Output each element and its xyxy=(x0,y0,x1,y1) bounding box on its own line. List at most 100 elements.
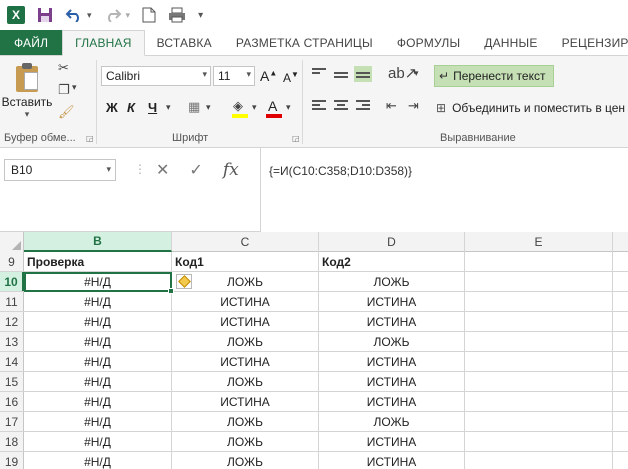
grow-font-button[interactable]: A▲ xyxy=(260,68,277,84)
cell-d[interactable]: ИСТИНА xyxy=(319,392,465,411)
borders-dropdown-icon[interactable]: ▾ xyxy=(206,102,211,113)
cell-c[interactable]: ЛОЖЬ xyxy=(172,452,319,469)
cell-b[interactable]: #Н/Д xyxy=(24,392,172,411)
cell-b[interactable]: #Н/Д xyxy=(24,352,172,371)
cell-e[interactable] xyxy=(465,412,613,431)
cell-b[interactable]: #Н/Д xyxy=(24,452,172,469)
column-header-c[interactable]: C xyxy=(172,232,319,252)
orientation-dropdown-icon[interactable]: ▾ xyxy=(414,68,419,79)
name-box[interactable]: B10 ▾ xyxy=(4,159,116,181)
align-right-icon[interactable] xyxy=(356,100,370,112)
cancel-icon[interactable]: ✕ xyxy=(156,160,169,180)
cell-d[interactable]: ИСТИНА xyxy=(319,372,465,391)
cell-b[interactable]: #Н/Д xyxy=(24,312,172,331)
cell-c[interactable]: ЛОЖЬ xyxy=(172,332,319,351)
cell-c[interactable]: ИСТИНА xyxy=(172,292,319,311)
cell-e[interactable] xyxy=(465,352,613,371)
decrease-indent-icon[interactable]: ⇤ xyxy=(386,98,397,114)
tab-review[interactable]: РЕЦЕНЗИРО xyxy=(550,30,628,55)
customize-toolbar-icon[interactable]: ▾ xyxy=(198,10,203,21)
cell-e[interactable] xyxy=(465,292,613,311)
fill-color-icon[interactable]: ◈ xyxy=(233,98,243,114)
cell-c[interactable]: ИСТИНА xyxy=(172,392,319,411)
new-document-icon[interactable] xyxy=(142,7,156,23)
cell-e[interactable] xyxy=(465,452,613,469)
cell-e[interactable] xyxy=(465,252,613,271)
font-color-button[interactable]: A xyxy=(268,98,277,114)
cell-c[interactable]: ЛОЖЬ xyxy=(172,372,319,391)
row-header[interactable]: 19 xyxy=(0,452,24,469)
italic-button[interactable]: К xyxy=(127,100,135,115)
text-orientation-icon[interactable]: ab↗ xyxy=(388,64,417,82)
copy-icon[interactable]: ❐ xyxy=(58,82,70,98)
align-left-icon[interactable] xyxy=(312,100,326,112)
cell-d[interactable]: ИСТИНА xyxy=(319,292,465,311)
row-header[interactable]: 17 xyxy=(0,412,24,431)
cell-d[interactable]: ИСТИНА xyxy=(319,432,465,451)
cell-b[interactable]: #Н/Д xyxy=(24,272,172,291)
tab-file[interactable]: ФАЙЛ xyxy=(0,30,63,55)
font-size-select[interactable]: 11 ▾ xyxy=(213,66,255,86)
row-header[interactable]: 13 xyxy=(0,332,24,351)
tab-insert[interactable]: ВСТАВКА xyxy=(145,30,224,55)
redo-dropdown-icon[interactable]: ▾ xyxy=(126,10,131,21)
bold-button[interactable]: Ж xyxy=(106,100,118,115)
column-header-b[interactable]: B xyxy=(24,232,172,252)
insert-function-button[interactable]: fx xyxy=(223,160,239,180)
redo-icon[interactable] xyxy=(104,8,122,22)
tab-page-layout[interactable]: РАЗМЕТКА СТРАНИЦЫ xyxy=(224,30,385,55)
font-name-select[interactable]: Calibri ▾ xyxy=(101,66,211,86)
row-header[interactable]: 12 xyxy=(0,312,24,331)
wrap-text-button[interactable]: ↵ Перенести текст xyxy=(434,65,554,87)
print-preview-icon[interactable] xyxy=(168,7,186,23)
tab-home[interactable]: ГЛАВНАЯ xyxy=(62,30,145,56)
cell-e[interactable] xyxy=(465,432,613,451)
cell-c[interactable]: ЛОЖЬ xyxy=(172,272,319,291)
cell-b[interactable]: Проверка xyxy=(24,252,172,271)
cell-b[interactable]: #Н/Д xyxy=(24,332,172,351)
copy-dropdown-icon[interactable]: ▾ xyxy=(72,82,77,93)
cut-icon[interactable]: ✂ xyxy=(58,60,69,76)
cell-d[interactable]: ЛОЖЬ xyxy=(319,272,465,291)
fill-handle[interactable] xyxy=(168,288,174,294)
underline-button[interactable]: Ч xyxy=(148,100,157,115)
column-header-e[interactable]: E xyxy=(465,232,613,252)
row-header[interactable]: 14 xyxy=(0,352,24,371)
row-header[interactable]: 11 xyxy=(0,292,24,311)
row-header[interactable]: 18 xyxy=(0,432,24,451)
row-header[interactable]: 9 xyxy=(0,252,24,271)
cell-c[interactable]: ИСТИНА xyxy=(172,352,319,371)
underline-dropdown-icon[interactable]: ▾ xyxy=(166,102,171,113)
cell-d[interactable]: ИСТИНА xyxy=(319,352,465,371)
format-painter-icon[interactable]: 🖌 xyxy=(58,104,75,120)
cell-e[interactable] xyxy=(465,372,613,391)
paste-dropdown-icon[interactable]: ▾ xyxy=(25,109,30,120)
cell-b[interactable]: #Н/Д xyxy=(24,372,172,391)
cell-e[interactable] xyxy=(465,332,613,351)
font-launcher-icon[interactable]: ◲ xyxy=(292,134,300,143)
cell-c[interactable]: ЛОЖЬ xyxy=(172,412,319,431)
tab-formulas[interactable]: ФОРМУЛЫ xyxy=(385,30,472,55)
align-top-icon[interactable] xyxy=(312,68,326,80)
cell-e[interactable] xyxy=(465,312,613,331)
cell-d[interactable]: Код2 xyxy=(319,252,465,271)
paste-button[interactable]: Вставить ▾ xyxy=(2,60,52,120)
cell-c[interactable]: ИСТИНА xyxy=(172,312,319,331)
cell-e[interactable] xyxy=(465,272,613,291)
column-header-d[interactable]: D xyxy=(319,232,465,252)
cell-c[interactable]: ЛОЖЬ xyxy=(172,432,319,451)
cell-e[interactable] xyxy=(465,392,613,411)
cell-d[interactable]: ИСТИНА xyxy=(319,452,465,469)
worksheet-grid[interactable]: B C D E 9 Проверка Код1 Код2 10 #Н/Д ЛОЖЬ ЛОЖЬ 1… xyxy=(0,232,628,469)
row-header[interactable]: 16 xyxy=(0,392,24,411)
borders-icon[interactable]: ▦ xyxy=(188,99,200,115)
font-color-dropdown-icon[interactable]: ▾ xyxy=(286,102,291,113)
clipboard-launcher-icon[interactable]: ◲ xyxy=(86,134,94,143)
cell-c[interactable]: Код1 xyxy=(172,252,319,271)
select-all-button[interactable] xyxy=(0,232,24,252)
merge-center-button[interactable]: ⊞ Объединить и поместить в цен xyxy=(436,98,625,118)
cell-d[interactable]: ИСТИНА xyxy=(319,312,465,331)
undo-icon[interactable] xyxy=(65,8,83,22)
cell-b[interactable]: #Н/Д xyxy=(24,412,172,431)
formula-input[interactable]: {=И(C10:C358;D10:D358)} xyxy=(260,148,628,232)
